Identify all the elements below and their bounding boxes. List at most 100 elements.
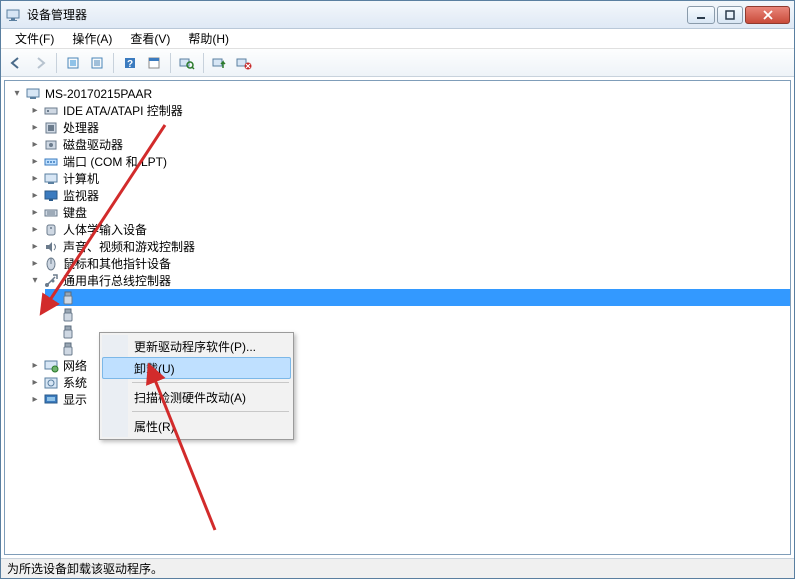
tree-item-label: 鼠标和其他指针设备	[63, 255, 171, 272]
tree-item-label: 网络	[63, 357, 87, 374]
expand-icon[interactable]: ▾	[11, 88, 23, 100]
expand-icon[interactable]: ▾	[29, 275, 41, 287]
menu-file[interactable]: 文件(F)	[7, 28, 62, 49]
expand-icon[interactable]: ▸	[29, 156, 41, 168]
close-button[interactable]	[745, 6, 790, 24]
expand-icon[interactable]: ▸	[29, 360, 41, 372]
toolbar-separator	[56, 53, 57, 73]
toolbar-details-button[interactable]	[86, 52, 108, 74]
tree-category[interactable]: ▸ 人体学输入设备	[27, 221, 790, 238]
toolbar-separator	[203, 53, 204, 73]
keyboard-icon	[43, 205, 59, 221]
expand-icon[interactable]: ▸	[29, 105, 41, 117]
usb-device-icon	[61, 324, 77, 340]
expand-icon[interactable]: ▸	[29, 207, 41, 219]
toolbar-scan-button[interactable]	[176, 52, 198, 74]
menu-help[interactable]: 帮助(H)	[180, 28, 237, 49]
tree-item-label: 计算机	[63, 170, 99, 187]
maximize-button[interactable]	[717, 6, 743, 24]
ctx-scan-label: 扫描检测硬件改动(A)	[134, 389, 246, 406]
tree-item-label: 显示	[63, 391, 87, 408]
tree-item-label: IDE ATA/ATAPI 控制器	[63, 102, 183, 119]
expand-icon[interactable]: ▸	[29, 139, 41, 151]
expand-icon[interactable]: ▸	[29, 377, 41, 389]
sound-icon	[43, 239, 59, 255]
menubar: 文件(F) 操作(A) 查看(V) 帮助(H)	[1, 29, 794, 49]
toolbar-separator	[170, 53, 171, 73]
tree-category[interactable]: ▸ 处理器	[27, 119, 790, 136]
port-icon	[43, 154, 59, 170]
context-menu-separator	[132, 411, 289, 412]
ctx-properties-label: 属性(R)	[134, 418, 175, 435]
computer-icon	[43, 171, 59, 187]
tree-item-label: 声音、视频和游戏控制器	[63, 238, 195, 255]
ide-icon	[43, 103, 59, 119]
expand-icon[interactable]: ▸	[29, 190, 41, 202]
usb-device-icon	[61, 307, 77, 323]
tree-item-label: 端口 (COM 和 LPT)	[63, 153, 167, 170]
tree-category[interactable]: ▸ IDE ATA/ATAPI 控制器	[27, 102, 790, 119]
tree-category[interactable]: ▸ 键盘	[27, 204, 790, 221]
expand-icon[interactable]: ▸	[29, 173, 41, 185]
tree-device[interactable]	[45, 289, 790, 306]
context-menu: 更新驱动程序软件(P)... 卸载(U) 扫描检测硬件改动(A) 属性(R)	[99, 332, 294, 440]
usb-icon	[43, 273, 59, 289]
toolbar-separator	[113, 53, 114, 73]
toolbar-uninstall-button[interactable]	[233, 52, 255, 74]
tree-category[interactable]: ▸磁盘驱动器	[27, 136, 790, 153]
ctx-properties[interactable]: 属性(R)	[102, 415, 291, 437]
network-icon	[43, 358, 59, 374]
mouse-icon	[43, 256, 59, 272]
usb-device-icon	[61, 290, 77, 306]
app-icon	[5, 7, 21, 23]
toolbar: ?	[1, 49, 794, 77]
disk-icon	[43, 137, 59, 153]
context-menu-separator	[132, 382, 289, 383]
toolbar-update-driver-button[interactable]	[209, 52, 231, 74]
usb-device-icon	[61, 341, 77, 357]
device-tree[interactable]: ▾ MS-20170215PAAR ▸ IDE ATA/ATAPI 控制器 ▸ 处理器…	[4, 80, 791, 555]
window-title: 设备管理器	[27, 6, 687, 23]
toolbar-properties-button[interactable]	[143, 52, 165, 74]
ctx-update-label: 更新驱动程序软件(P)...	[134, 338, 256, 355]
menu-view[interactable]: 查看(V)	[122, 28, 178, 49]
titlebar: 设备管理器	[1, 1, 794, 29]
tree-category[interactable]: ▸ 鼠标和其他指针设备	[27, 255, 790, 272]
tree-category[interactable]: ▸ 声音、视频和游戏控制器	[27, 238, 790, 255]
ctx-uninstall[interactable]: 卸载(U)	[102, 357, 291, 379]
toolbar-show-hidden-button[interactable]	[62, 52, 84, 74]
expand-icon[interactable]: ▸	[29, 258, 41, 270]
tree-category[interactable]: ▸ 监视器	[27, 187, 790, 204]
tree-device[interactable]	[45, 306, 790, 323]
tree-category[interactable]: ▸ 端口 (COM 和 LPT)	[27, 153, 790, 170]
tree-item-label: 监视器	[63, 187, 99, 204]
toolbar-forward-button[interactable]	[29, 52, 51, 74]
system-icon	[43, 375, 59, 391]
toolbar-back-button[interactable]	[5, 52, 27, 74]
expand-icon[interactable]: ▸	[29, 122, 41, 134]
expand-icon[interactable]: ▸	[29, 241, 41, 253]
minimize-button[interactable]	[687, 6, 715, 24]
cpu-icon	[43, 120, 59, 136]
tree-item-label: 通用串行总线控制器	[63, 272, 171, 289]
ctx-uninstall-label: 卸载(U)	[134, 360, 175, 377]
tree-root-label: MS-20170215PAAR	[45, 87, 152, 101]
menu-action[interactable]: 操作(A)	[64, 28, 120, 49]
ctx-scan-hardware[interactable]: 扫描检测硬件改动(A)	[102, 386, 291, 408]
computer-icon	[25, 86, 41, 102]
svg-text:?: ?	[127, 59, 133, 70]
expand-icon[interactable]: ▸	[29, 224, 41, 236]
tree-item-label: 处理器	[63, 119, 99, 136]
status-text: 为所选设备卸载该驱动程序。	[7, 560, 163, 577]
tree-item-label: 键盘	[63, 204, 87, 221]
tree-category[interactable]: ▸ 计算机	[27, 170, 790, 187]
display-icon	[43, 392, 59, 408]
toolbar-help-button[interactable]: ?	[119, 52, 141, 74]
window-buttons	[687, 6, 790, 24]
device-manager-window: 设备管理器 文件(F) 操作(A) 查看(V) 帮助(H)	[0, 0, 795, 579]
statusbar: 为所选设备卸载该驱动程序。	[1, 558, 794, 578]
ctx-update-driver[interactable]: 更新驱动程序软件(P)...	[102, 335, 291, 357]
expand-icon[interactable]: ▸	[29, 394, 41, 406]
tree-item-label: 人体学输入设备	[63, 221, 147, 238]
monitor-icon	[43, 188, 59, 204]
